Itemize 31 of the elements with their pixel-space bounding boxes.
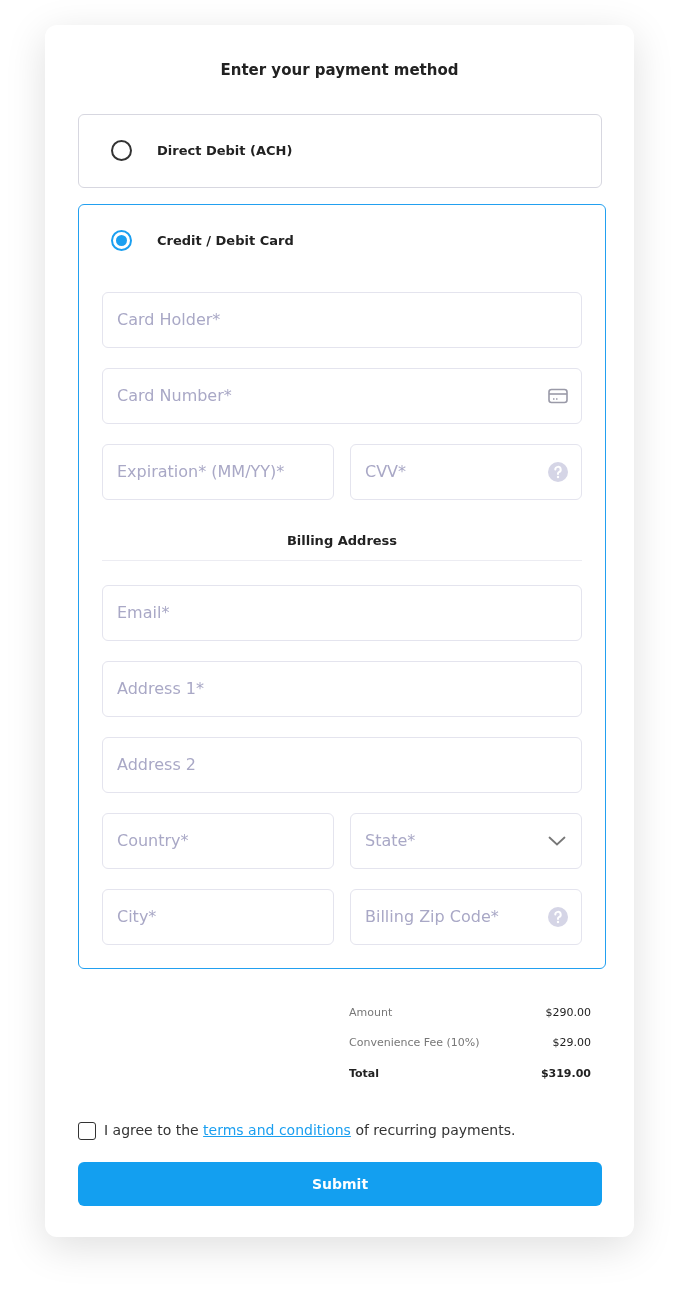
payment-option-label: Credit / Debit Card [157, 231, 294, 250]
payment-option[interactable]: Direct Debit (ACH) [78, 113, 602, 188]
summary-value: $319.00 [540, 1065, 591, 1082]
payment-option-label: Direct Debit (ACH) [157, 141, 293, 160]
billing-heading: Billing Address [286, 532, 398, 548]
agree-checkbox[interactable] [78, 1121, 96, 1140]
summary-label: Total [349, 1065, 380, 1082]
input-field[interactable]: Email* [102, 584, 582, 641]
state-dropdown[interactable]: State* [350, 812, 582, 869]
chevron-down-icon [548, 835, 566, 846]
form-title: Enter your payment method [219, 60, 460, 81]
input-field[interactable]: Card Holder* [102, 291, 582, 348]
agreement-text: I agree to the terms and conditions of recurring payments. [104, 1121, 516, 1140]
input-field[interactable]: Expiration* (MM/YY)* [102, 443, 334, 500]
payment-option[interactable]: Credit / Debit Card Card Holder* Card Number* Expiration* (MM/YY)* CVV* Billing Address Email* Address 1* Address 2 Country* State* City* Billing Zip Code* [78, 203, 606, 969]
input-field[interactable]: Country* [102, 812, 334, 869]
input-field[interactable]: CVV* [350, 443, 582, 500]
input-field[interactable]: Card Number* [102, 367, 582, 424]
input-field[interactable]: Billing Zip Code* [350, 888, 582, 945]
summary-value: $290.00 [545, 1004, 591, 1021]
summary-label: Amount [349, 1004, 393, 1021]
summary-label: Convenience Fee (10%) [349, 1035, 480, 1051]
help-icon[interactable] [548, 461, 568, 482]
summary-value: $29.00 [552, 1035, 591, 1051]
help-icon[interactable] [548, 906, 568, 927]
radio-button[interactable] [111, 140, 132, 161]
input-field[interactable]: City* [102, 888, 334, 945]
radio-button[interactable] [111, 230, 132, 251]
input-field[interactable]: Address 1* [102, 660, 582, 717]
input-field[interactable]: Address 2 [102, 736, 582, 793]
credit-card-icon [548, 387, 568, 404]
